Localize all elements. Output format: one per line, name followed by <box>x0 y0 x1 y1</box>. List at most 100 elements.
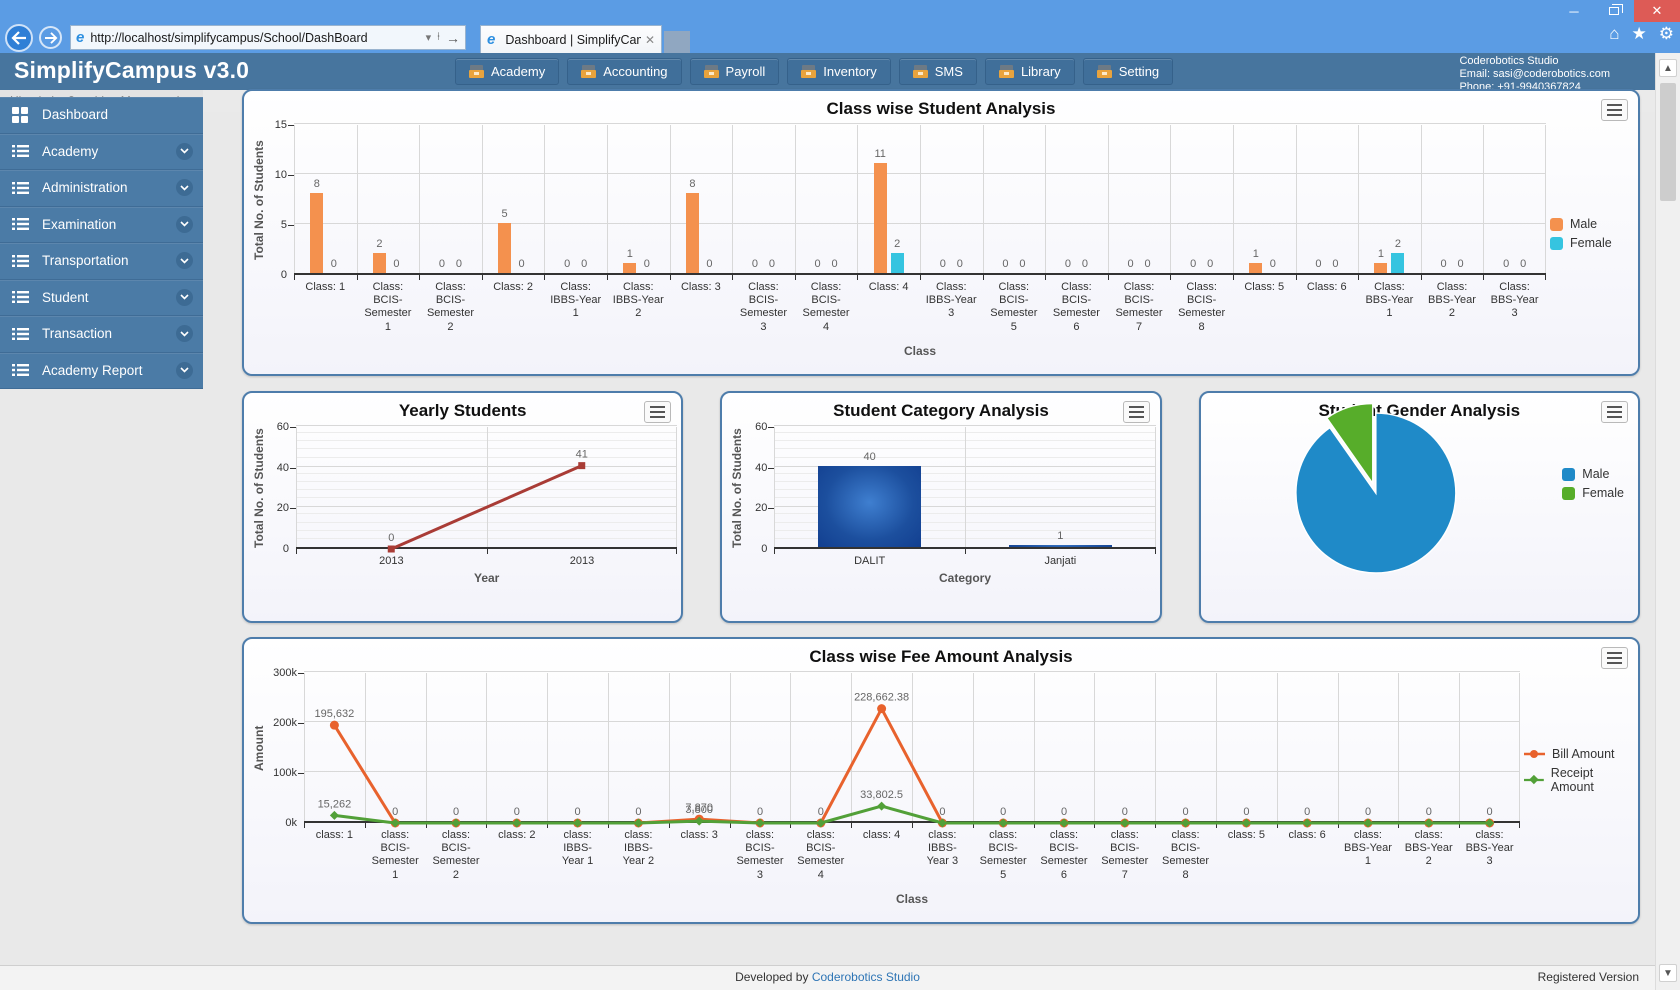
settings-gear-icon[interactable]: ⚙ <box>1659 25 1674 42</box>
chart-menu-icon[interactable] <box>644 401 671 423</box>
bar-group: 00 <box>1296 125 1359 273</box>
sidebar-item-label: Administration <box>42 180 128 195</box>
bar-group: 00 <box>419 125 482 273</box>
go-button-icon[interactable]: → <box>446 30 460 46</box>
tab-close-icon[interactable]: ✕ <box>645 33 655 47</box>
y-tick-label: 15 <box>275 119 287 131</box>
y-tick-label: 60 <box>277 421 289 433</box>
x-tick-label: Class: BCIS-Semester 1 <box>357 281 420 343</box>
ie-logo-icon: e <box>76 29 84 46</box>
bar <box>891 253 904 273</box>
data-label: 0 <box>769 258 775 270</box>
page-scrollbar[interactable]: ▲ ▼ <box>1655 53 1680 990</box>
sidebar-item-label: Dashboard <box>42 107 108 122</box>
data-label: 0 <box>1145 258 1151 270</box>
sidebar-item-academy[interactable]: Academy <box>0 134 203 171</box>
chevron-down-icon[interactable] <box>176 143 193 160</box>
x-tick-label: class: BCIS-Semester 6 <box>1034 829 1095 891</box>
sidebar-item-transaction[interactable]: Transaction <box>0 316 203 353</box>
chart-menu-icon[interactable] <box>1601 647 1628 669</box>
data-label: 1 <box>1057 530 1063 542</box>
compatibility-view-icon[interactable]: ⍿ <box>437 31 440 44</box>
bar-group: 80 <box>670 125 733 273</box>
bar-group: 00 <box>983 125 1046 273</box>
legend-item-bill-amount[interactable]: Bill Amount <box>1524 747 1634 761</box>
bar-group: 12 <box>1358 125 1421 273</box>
close-button[interactable]: ✕ <box>1634 0 1680 22</box>
footer: Developed by Coderobotics Studio Registe… <box>0 965 1655 990</box>
sidebar: Dashboard Academy Administration Examinatio… <box>0 97 203 389</box>
legend-item-female[interactable]: Female <box>1562 486 1624 500</box>
chart-menu-icon[interactable] <box>1123 401 1150 423</box>
footer-company-link[interactable]: Coderobotics Studio <box>812 970 920 984</box>
x-axis-title: Year <box>296 571 677 585</box>
y-tick-label: 200k <box>273 717 297 729</box>
chevron-down-icon[interactable] <box>176 252 193 269</box>
legend-item-receipt-amount[interactable]: Receipt Amount <box>1524 766 1634 794</box>
x-tick-label: Class: BCIS-Semester 5 <box>983 281 1046 343</box>
sidebar-item-label: Transportation <box>42 253 129 268</box>
data-label: 15,262 <box>318 798 352 810</box>
chevron-down-icon[interactable] <box>176 216 193 233</box>
data-label: 0 <box>752 258 758 270</box>
chevron-down-icon[interactable] <box>176 179 193 196</box>
sidebar-item-transportation[interactable]: Transportation <box>0 243 203 280</box>
back-button[interactable] <box>5 24 33 52</box>
favorites-star-icon[interactable]: ★ <box>1632 25 1647 42</box>
legend-swatch <box>1562 468 1575 481</box>
data-label: 40 <box>864 451 876 463</box>
company-name: Coderobotics Studio <box>1459 55 1610 68</box>
bar <box>1374 263 1387 273</box>
address-bar[interactable]: e http://localhost/simplifycampus/School… <box>70 25 466 50</box>
chevron-down-icon[interactable] <box>176 362 193 379</box>
home-icon[interactable]: ⌂ <box>1609 25 1619 42</box>
data-label: 0 <box>1304 806 1310 818</box>
bar-group: 00 <box>1045 125 1108 273</box>
legend-marker-icon <box>1524 749 1545 759</box>
pie-slice-male[interactable] <box>1296 413 1456 573</box>
x-tick-label: Class: BBS-Year 2 <box>1421 281 1484 343</box>
marker-square <box>578 462 585 469</box>
scrollbar-thumb[interactable] <box>1660 83 1676 201</box>
bar <box>874 163 887 273</box>
browser-tab[interactable]: e Dashboard | SimplifyCampus ✕ <box>480 25 662 53</box>
y-tick-label: 10 <box>275 169 287 181</box>
sidebar-item-dashboard[interactable]: Dashboard <box>0 97 203 134</box>
sidebar-item-administration[interactable]: Administration <box>0 170 203 207</box>
url-dropdown-icon[interactable]: ▾ <box>426 31 432 44</box>
x-axis-title: Category <box>774 571 1155 585</box>
legend-item-male[interactable]: Male <box>1550 217 1634 231</box>
line-series <box>334 806 1489 823</box>
data-label: 0 <box>392 806 398 818</box>
sidebar-item-academy-report[interactable]: Academy Report <box>0 353 203 390</box>
x-tick-label: Class: BBS-Year 1 <box>1358 281 1421 343</box>
data-label: 33,802.5 <box>860 789 903 801</box>
x-tick-label: Class: BCIS-Semester 7 <box>1108 281 1171 343</box>
data-label: 0 <box>564 258 570 270</box>
forward-button[interactable] <box>39 26 62 49</box>
url-text[interactable]: http://localhost/simplifycampus/School/D… <box>90 31 419 45</box>
sidebar-item-examination[interactable]: Examination <box>0 207 203 244</box>
list-icon <box>12 290 29 304</box>
minimize-button[interactable]: ─ <box>1554 0 1594 22</box>
bar-group: 80 <box>294 125 357 273</box>
x-tick-label: class: BCIS-Semester 5 <box>973 829 1034 891</box>
sidebar-item-student[interactable]: Student <box>0 280 203 317</box>
legend-item-female[interactable]: Female <box>1550 236 1634 250</box>
scroll-up-icon[interactable]: ▲ <box>1659 59 1677 77</box>
bar <box>686 193 699 273</box>
data-label: 0 <box>393 258 399 270</box>
chevron-down-icon[interactable] <box>176 289 193 306</box>
scroll-down-icon[interactable]: ▼ <box>1659 964 1677 982</box>
restore-button[interactable] <box>1594 0 1634 22</box>
chart-menu-icon[interactable] <box>1601 99 1628 121</box>
y-axis-title: Total No. of Students <box>730 427 746 549</box>
chart-menu-icon[interactable] <box>1601 401 1628 423</box>
new-tab-button[interactable] <box>664 31 690 53</box>
legend-item-male[interactable]: Male <box>1562 467 1624 481</box>
bar <box>373 253 386 273</box>
chevron-down-icon[interactable] <box>176 325 193 342</box>
x-axis-labels: Class: 1Class: BCIS-Semester 1Class: BCI… <box>294 281 1546 343</box>
chart-legend: Male Female <box>1550 217 1634 250</box>
x-tick-label: DALIT <box>774 555 965 570</box>
